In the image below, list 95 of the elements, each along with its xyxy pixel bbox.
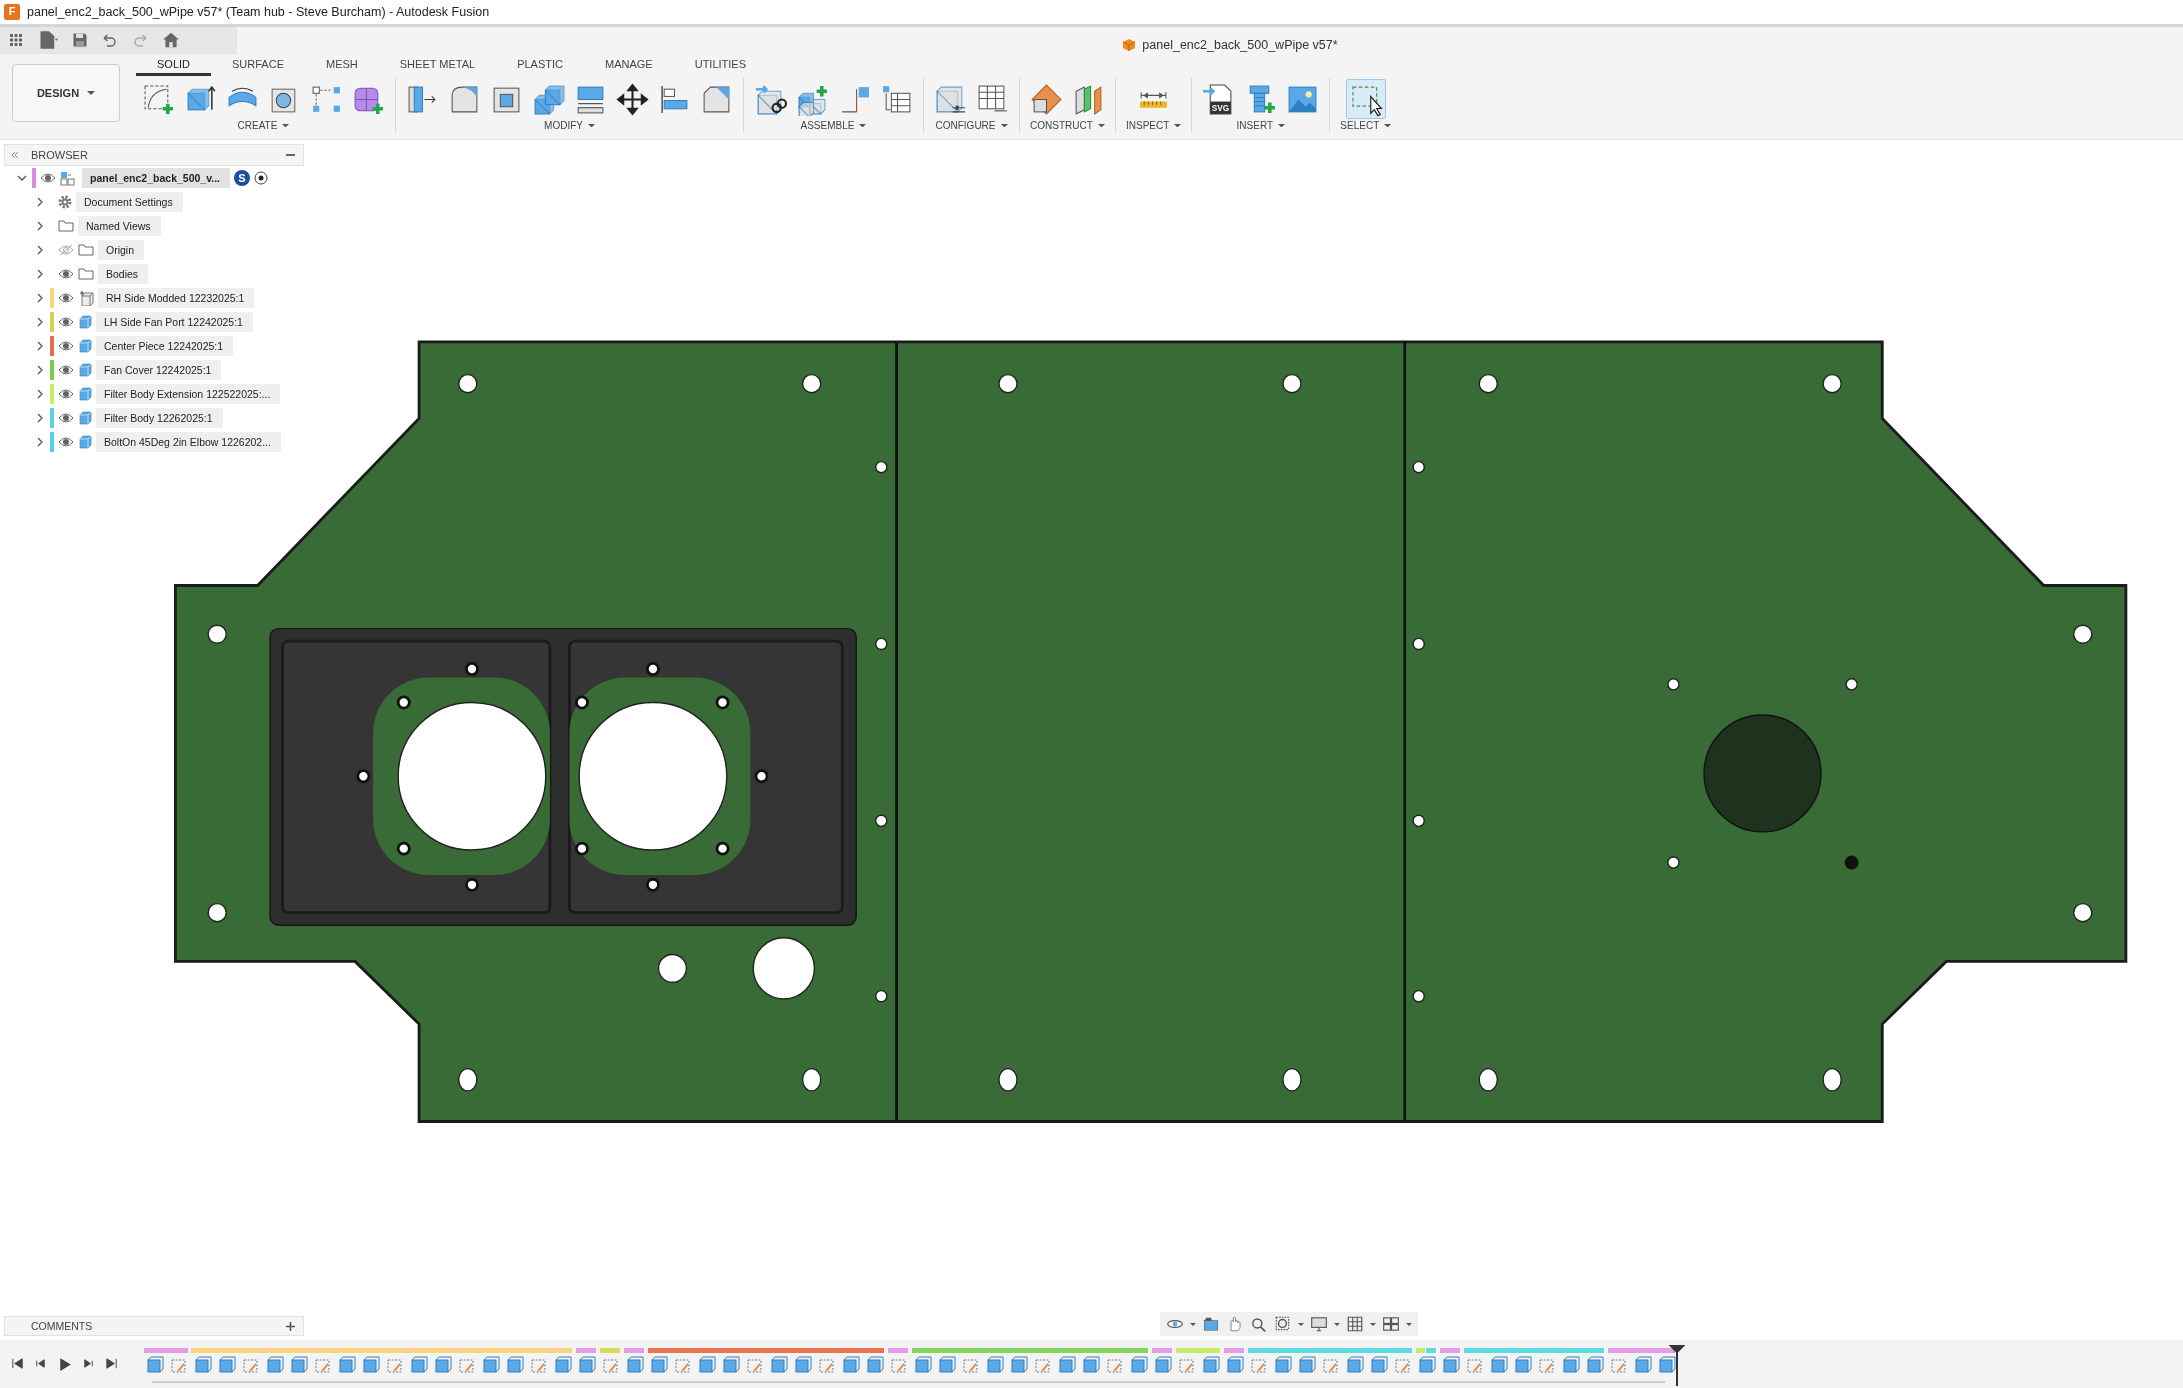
app-logo: F bbox=[4, 3, 20, 20]
save-icon[interactable] bbox=[72, 32, 88, 49]
folder-icon bbox=[58, 219, 74, 233]
caret-icon bbox=[1406, 1322, 1412, 1326]
tool-group-menu[interactable]: INSPECT bbox=[1126, 120, 1182, 132]
ribbon-tab[interactable]: MESH bbox=[305, 58, 379, 77]
ribbon-tab[interactable]: MANAGE bbox=[584, 58, 674, 77]
display-settings-icon[interactable] bbox=[1310, 1315, 1328, 1333]
tree-item-label[interactable]: LH Side Fan Port 12242025:1 bbox=[96, 311, 253, 332]
skip-to-end-icon[interactable] bbox=[104, 1355, 119, 1371]
fit-icon[interactable] bbox=[1274, 1315, 1292, 1333]
select-icon[interactable] bbox=[1345, 79, 1386, 120]
eye-icon[interactable] bbox=[40, 171, 56, 184]
offset-plane-icon[interactable] bbox=[1030, 82, 1063, 116]
tree-item-label[interactable]: RH Side Modded 12232025:1 bbox=[98, 287, 255, 308]
user-badge: S bbox=[234, 169, 250, 186]
add-comment-icon[interactable] bbox=[286, 1321, 295, 1331]
window-title: panel_enc2_back_500_wPipe v57* (Team hub - Steve Burcham) - Autodesk Fusion bbox=[27, 4, 490, 19]
tool-group-menu[interactable]: ASSEMBLE bbox=[800, 120, 867, 132]
ribbon-tab[interactable]: SURFACE bbox=[211, 58, 305, 77]
eye-icon[interactable] bbox=[58, 339, 74, 352]
ribbon-tab[interactable]: SHEET METAL bbox=[378, 58, 497, 77]
eye-icon[interactable] bbox=[58, 411, 74, 424]
grid-icon[interactable] bbox=[1346, 1315, 1364, 1333]
eye-icon[interactable] bbox=[58, 435, 74, 448]
caret-icon bbox=[1000, 123, 1008, 128]
eye-icon[interactable] bbox=[58, 291, 74, 304]
caret-icon bbox=[1174, 123, 1182, 128]
document-tab-title[interactable]: panel_enc2_back_500_wPipe v57* bbox=[1142, 38, 1338, 53]
body-icon bbox=[78, 386, 92, 401]
body-icon bbox=[78, 362, 92, 377]
tree-item-label[interactable]: Filter Body 12262025:1 bbox=[96, 407, 223, 428]
tree-item-label[interactable]: BoltOn 45Deg 2in Elbow 1226202... bbox=[96, 431, 281, 452]
tree-item-label[interactable]: Fan Cover 12242025:1 bbox=[96, 359, 222, 380]
caret-icon bbox=[1097, 123, 1105, 128]
tool-group-menu[interactable]: INSERT bbox=[1236, 120, 1286, 132]
file-menu-icon[interactable] bbox=[38, 30, 58, 51]
ribbon-tab[interactable]: UTILITIES bbox=[673, 58, 768, 77]
eye-icon[interactable] bbox=[58, 363, 74, 376]
body-icon bbox=[78, 314, 92, 329]
cube-icon bbox=[1122, 38, 1137, 53]
tree-item-label[interactable]: Document Settings bbox=[76, 191, 183, 212]
look-at-icon[interactable] bbox=[1202, 1315, 1220, 1333]
eye-icon[interactable] bbox=[58, 387, 74, 400]
caret-icon bbox=[1278, 123, 1286, 128]
tool-group-menu[interactable]: SELECT bbox=[1340, 120, 1392, 132]
tree-item-label[interactable]: Center Piece 12242025:1 bbox=[96, 335, 234, 356]
tree-item-label[interactable]: Filter Body Extension 122522025:... bbox=[96, 383, 281, 404]
folder-icon bbox=[78, 267, 94, 281]
undo-icon[interactable] bbox=[102, 32, 118, 49]
caret-icon bbox=[859, 123, 867, 128]
assembly-icon bbox=[60, 169, 78, 186]
eye-icon[interactable] bbox=[58, 315, 74, 328]
tree-item-label[interactable]: Origin bbox=[98, 239, 144, 260]
timeline-drawing[interactable] bbox=[144, 1345, 1686, 1387]
sketch-icon[interactable] bbox=[142, 82, 175, 116]
caret-icon bbox=[587, 123, 595, 128]
tool-group-menu[interactable]: CONSTRUCT bbox=[1030, 120, 1105, 132]
move-icon[interactable] bbox=[616, 82, 649, 116]
ribbon-tab[interactable]: SOLID bbox=[136, 58, 211, 77]
tool-group-menu[interactable]: MODIFY bbox=[544, 120, 595, 132]
tree-item-label[interactable]: Named Views bbox=[78, 215, 161, 236]
tree-item-label[interactable]: Bodies bbox=[98, 263, 149, 284]
ribbon-tab[interactable]: PLASTIC bbox=[496, 58, 584, 77]
minimize-icon[interactable] bbox=[286, 153, 295, 156]
apps-grid-icon[interactable] bbox=[8, 32, 24, 49]
caret-icon bbox=[1190, 1322, 1196, 1326]
caret-icon bbox=[1384, 123, 1392, 128]
viewports-icon[interactable] bbox=[1382, 1315, 1400, 1333]
midplane-icon[interactable] bbox=[1072, 82, 1105, 116]
skip-to-start-icon[interactable] bbox=[10, 1355, 25, 1371]
caret-icon bbox=[282, 123, 290, 128]
collapse-panel-icon[interactable] bbox=[11, 150, 19, 159]
workspace-dropdown[interactable]: DESIGN bbox=[12, 64, 120, 123]
activate-radio-icon[interactable] bbox=[254, 170, 268, 185]
browser-title: BROWSER bbox=[31, 148, 88, 161]
zoom-icon[interactable] bbox=[1250, 1315, 1268, 1333]
tool-group-menu[interactable]: CREATE bbox=[237, 120, 290, 132]
caret-icon bbox=[1298, 1322, 1304, 1326]
anchored-box-icon bbox=[78, 289, 94, 306]
eye-icon[interactable] bbox=[58, 267, 74, 280]
body-icon bbox=[78, 338, 92, 353]
joint-icon[interactable] bbox=[754, 82, 787, 116]
gear-icon bbox=[58, 194, 72, 209]
tool-group-menu[interactable]: CONFIGURE bbox=[935, 120, 1008, 132]
folder-icon bbox=[78, 243, 94, 257]
comments-title: COMMENTS bbox=[31, 1320, 93, 1332]
caret-icon bbox=[1334, 1322, 1340, 1326]
tree-item-label[interactable]: panel_enc2_back_500_v... bbox=[82, 167, 230, 188]
caret-icon bbox=[1370, 1322, 1376, 1326]
body-icon bbox=[78, 434, 92, 449]
caret-icon bbox=[87, 91, 96, 96]
home-icon[interactable] bbox=[162, 31, 180, 50]
combine-icon[interactable] bbox=[532, 82, 565, 116]
body-icon bbox=[78, 410, 92, 425]
